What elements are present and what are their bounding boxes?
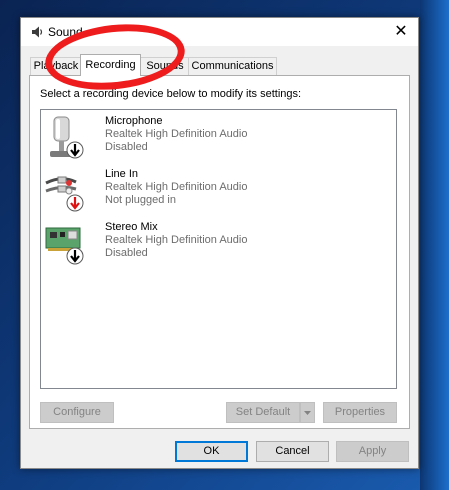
sound-card-icon — [45, 227, 84, 265]
device-item-stereo-mix[interactable]: Stereo Mix Realtek High Definition Audio… — [41, 218, 396, 268]
instruction-text: Select a recording device below to modif… — [40, 88, 302, 100]
tab-strip: Playback Recording Sounds Communications — [29, 54, 410, 76]
disabled-down-arrow-icon — [66, 141, 84, 159]
device-driver: Realtek High Definition Audio — [105, 234, 248, 246]
device-text: Line In Realtek High Definition Audio No… — [105, 168, 247, 207]
device-status: Disabled — [105, 141, 148, 153]
not-plugged-down-arrow-icon — [66, 194, 84, 212]
disabled-down-arrow-icon — [66, 247, 84, 265]
speaker-icon — [32, 26, 43, 38]
tab-recording[interactable]: Recording — [80, 54, 141, 76]
configure-button[interactable]: Configure — [40, 402, 114, 423]
recording-panel: Select a recording device below to modif… — [29, 75, 410, 429]
tab-communications[interactable]: Communications — [188, 57, 277, 75]
device-status: Not plugged in — [105, 194, 176, 206]
set-default-button[interactable]: Set Default — [226, 402, 300, 423]
properties-button[interactable]: Properties — [323, 402, 397, 423]
device-text: Microphone Realtek High Definition Audio… — [105, 115, 247, 154]
cancel-button[interactable]: Cancel — [256, 441, 329, 462]
set-default-dropdown[interactable] — [300, 402, 315, 423]
close-button[interactable]: ✕ — [384, 18, 418, 46]
device-status: Disabled — [105, 247, 148, 259]
device-item-microphone[interactable]: Microphone Realtek High Definition Audio… — [41, 112, 396, 162]
device-list[interactable]: Microphone Realtek High Definition Audio… — [40, 109, 397, 389]
ok-button[interactable]: OK — [175, 441, 248, 462]
device-text: Stereo Mix Realtek High Definition Audio… — [105, 221, 247, 260]
apply-button[interactable]: Apply — [336, 441, 409, 462]
audio-cable-icon — [45, 176, 84, 212]
chevron-down-icon — [304, 411, 311, 415]
device-name: Microphone — [105, 115, 163, 127]
device-driver: Realtek High Definition Audio — [105, 181, 248, 193]
device-driver: Realtek High Definition Audio — [105, 128, 248, 140]
device-name: Line In — [105, 168, 139, 180]
device-item-line-in[interactable]: Line In Realtek High Definition Audio No… — [41, 165, 396, 215]
microphone-icon — [50, 116, 84, 159]
device-name: Stereo Mix — [105, 221, 158, 233]
close-icon: ✕ — [394, 23, 408, 40]
desktop-light-streak — [420, 0, 449, 490]
